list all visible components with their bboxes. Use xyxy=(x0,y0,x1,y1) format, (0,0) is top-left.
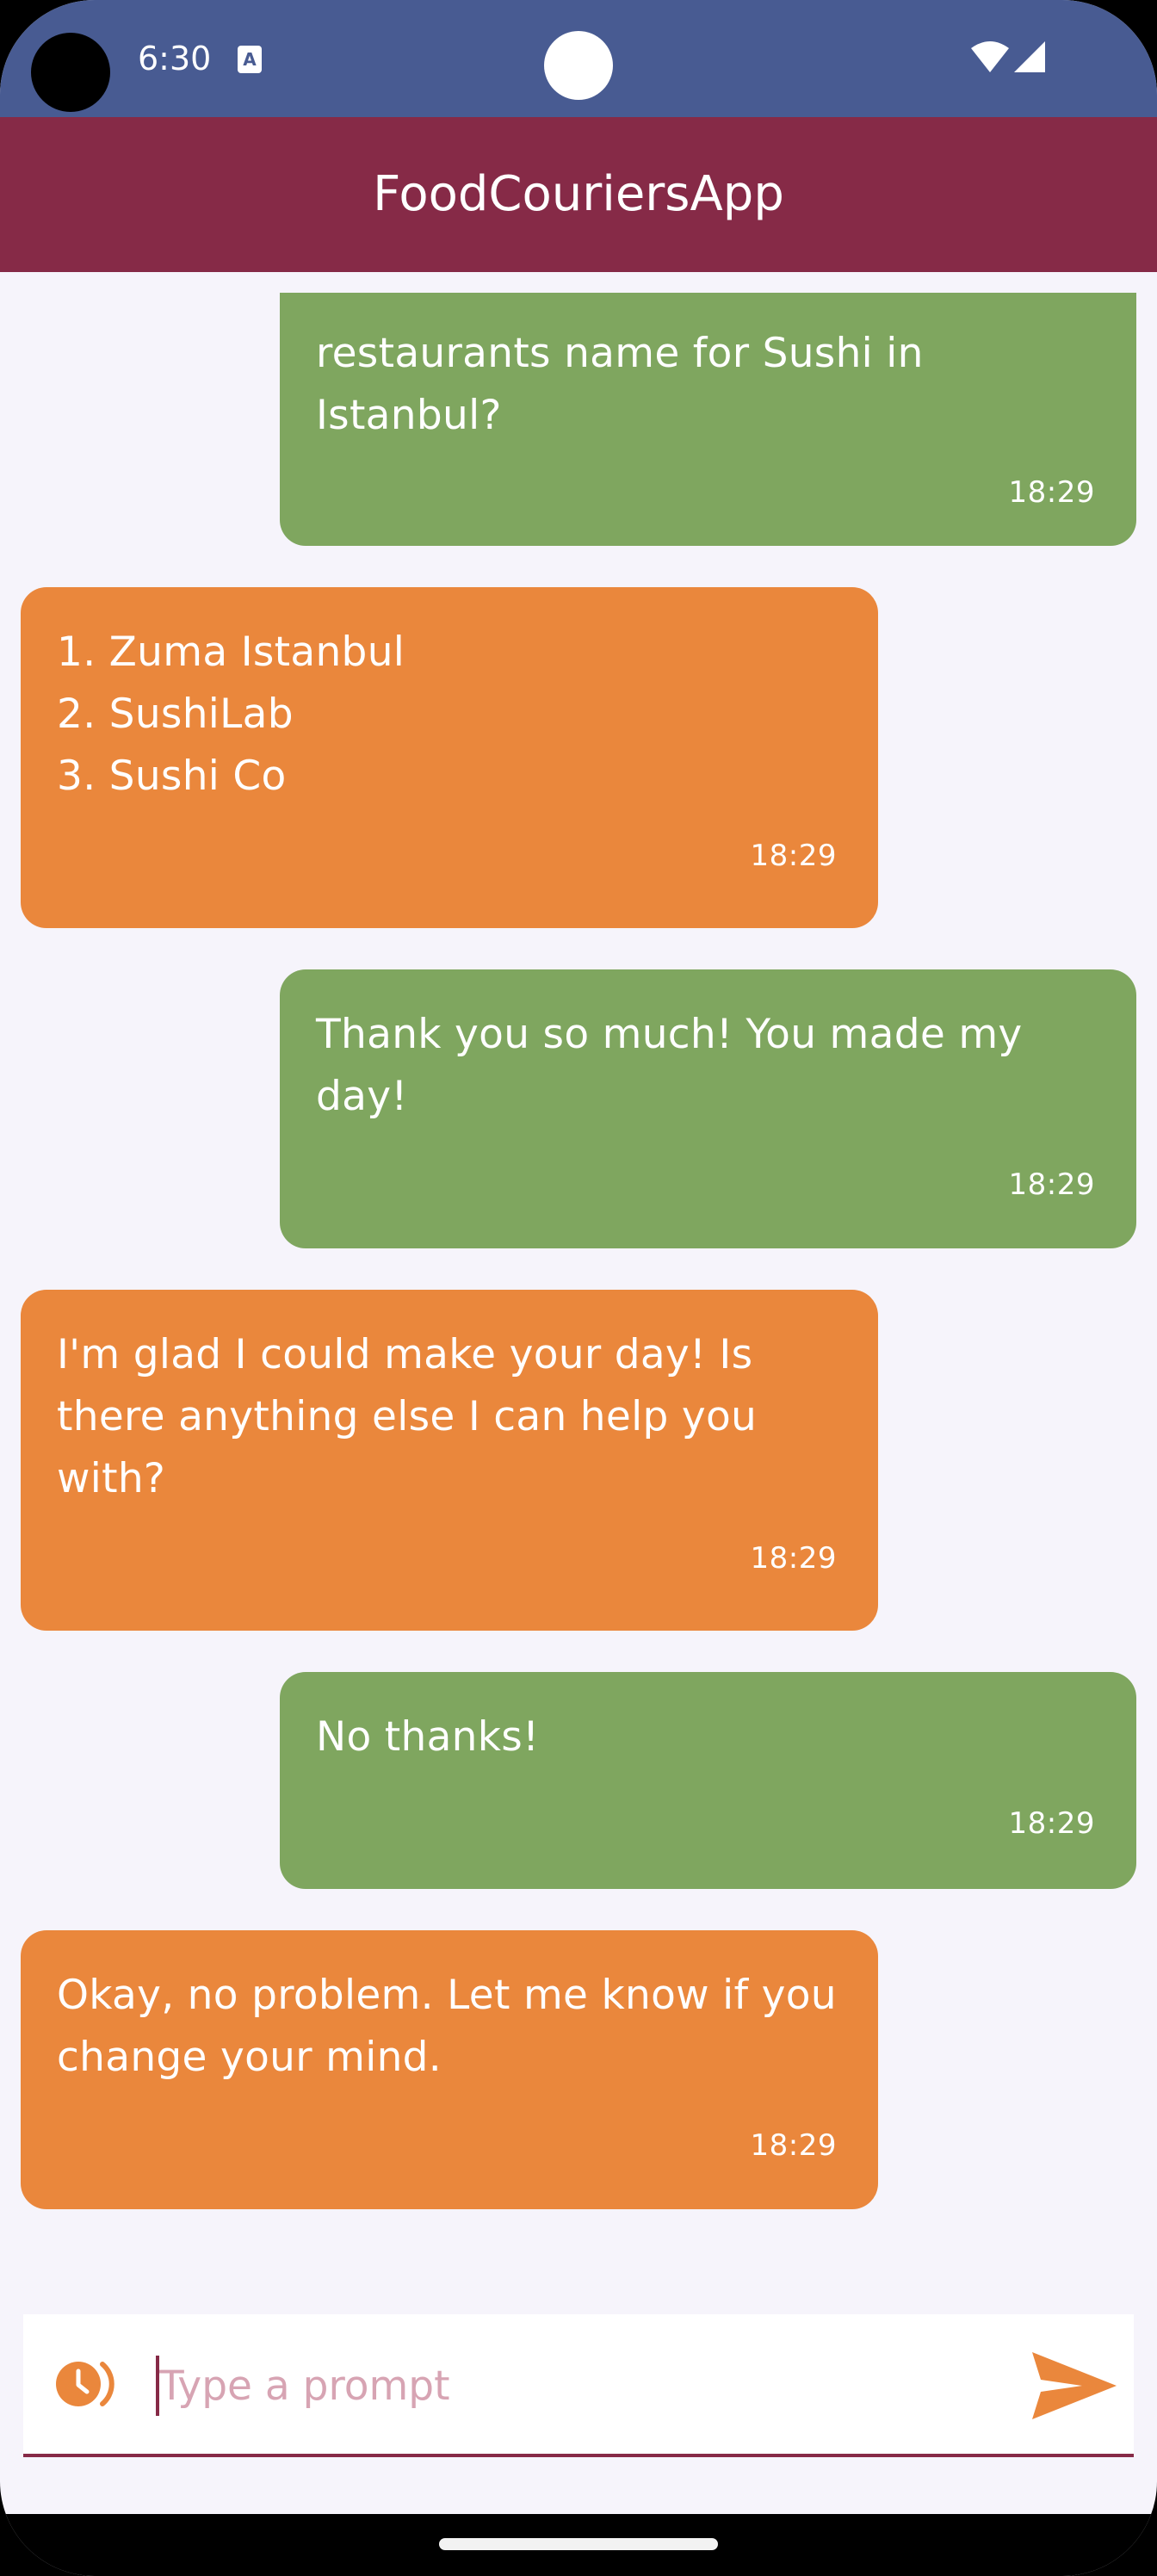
camera-cutout xyxy=(31,33,110,112)
message-text: 1. Zuma Istanbul 2. SushiLab 3. Sushi Co xyxy=(57,629,405,800)
history-icon[interactable] xyxy=(53,2354,121,2414)
chat-message-list[interactable]: restaurants name for Sushi in Istanbul? … xyxy=(0,272,1157,2278)
message-time: 18:29 xyxy=(750,839,837,873)
phone-screen: 6:30 A FoodCouriersApp restaurants name … xyxy=(0,0,1157,2576)
app-title: FoodCouriersApp xyxy=(373,166,784,222)
bot-message-bubble: Okay, no problem. Let me know if you cha… xyxy=(21,1930,878,2209)
message-text: restaurants name for Sushi in Istanbul? xyxy=(316,330,924,439)
svg-text:A: A xyxy=(243,49,257,70)
signal-icon xyxy=(1014,41,1045,72)
send-icon[interactable] xyxy=(1027,2347,1122,2424)
wifi-icon xyxy=(971,41,1009,72)
bot-message-bubble: 1. Zuma Istanbul 2. SushiLab 3. Sushi Co… xyxy=(21,587,878,928)
message-text: I'm glad I could make your day! Is there… xyxy=(57,1331,758,1502)
bot-message-bubble: I'm glad I could make your day! Is there… xyxy=(21,1290,878,1631)
message-time: 18:29 xyxy=(1008,1167,1095,1202)
user-message-bubble: restaurants name for Sushi in Istanbul? … xyxy=(280,293,1136,546)
prompt-input[interactable] xyxy=(159,2349,1020,2423)
message-time: 18:29 xyxy=(1008,475,1095,510)
user-message-bubble: Thank you so much! You made my day! 18:2… xyxy=(280,969,1136,1248)
prompt-input-bar xyxy=(23,2314,1134,2457)
message-time: 18:29 xyxy=(1008,1806,1095,1841)
message-text: No thanks! xyxy=(316,1713,540,1761)
a-notification-icon: A xyxy=(238,46,262,73)
message-text: Okay, no problem. Let me know if you cha… xyxy=(57,1972,837,2081)
home-indicator[interactable] xyxy=(439,2538,718,2550)
message-time: 18:29 xyxy=(750,2128,837,2163)
message-text: Thank you so much! You made my day! xyxy=(316,1011,1023,1120)
status-bar: 6:30 A xyxy=(0,0,1157,117)
status-time: 6:30 xyxy=(138,40,212,77)
message-time: 18:29 xyxy=(750,1541,837,1576)
app-bar: FoodCouriersApp xyxy=(0,117,1157,272)
status-dot-indicator xyxy=(544,31,613,100)
user-message-bubble: No thanks! 18:29 xyxy=(280,1672,1136,1889)
